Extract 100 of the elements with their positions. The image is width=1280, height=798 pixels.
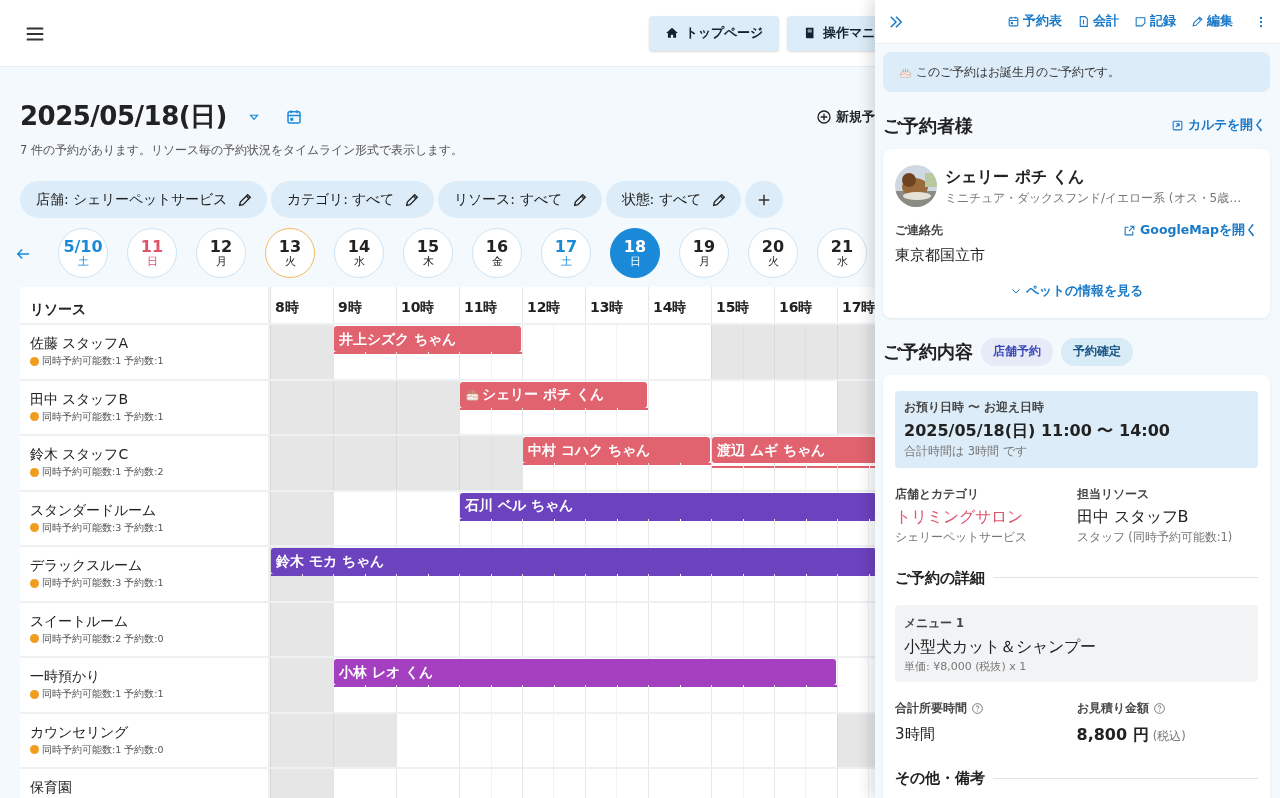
date-button[interactable]: 19 月: [679, 228, 729, 279]
section-heading: ご予約の詳細: [895, 567, 985, 589]
section-heading: ご予約者様: [883, 114, 973, 138]
capacity-text: 同時予約可能数:3 予約数:1: [42, 576, 164, 591]
menu-name: 小型犬カット＆シャンプー: [904, 636, 1097, 659]
date-button[interactable]: 13 火: [265, 228, 315, 279]
notice-text: このご予約はお誕生月のご予約です。: [916, 64, 1120, 81]
date-button[interactable]: 15 木: [403, 228, 453, 279]
resource-note: スタッフ (同時予約可能数:1): [1076, 529, 1234, 547]
booking-bar[interactable]: 石川 ベル ちゃん: [460, 492, 875, 519]
hour-label: 14時: [653, 299, 687, 316]
field-label: 合計所要時間: [895, 699, 967, 717]
toolbar-button[interactable]: 予約表: [1007, 12, 1062, 31]
resource-name: スイートルーム: [30, 611, 129, 631]
chart-link[interactable]: カルテを開く: [1171, 116, 1266, 135]
home-icon: [665, 26, 679, 40]
plus-circle-icon: [816, 108, 832, 125]
nav-button[interactable]: トップページ: [649, 15, 779, 51]
filter-chip[interactable]: カテゴリ: すべて: [271, 181, 435, 219]
calendar-icon: [285, 108, 303, 126]
field-label: お見積り金額: [1076, 699, 1149, 717]
toolbar-button[interactable]: 編集: [1191, 12, 1233, 31]
hour-label: 17時: [842, 299, 875, 316]
field-label: 担当リソース: [1076, 486, 1150, 503]
filter-chip[interactable]: 店舗: シェリーペットサービス: [20, 181, 268, 219]
resource-name: スタンダードルーム: [30, 500, 157, 520]
resource-name: 田中 スタッフB: [30, 389, 130, 409]
status-badge: 予約確定: [1061, 338, 1133, 366]
booking-bar[interactable]: 渡辺 ムギ ちゃん: [712, 437, 875, 464]
booking-bar[interactable]: 小林 レオ くん: [334, 659, 836, 686]
new-reservation-button[interactable]: 新規予: [816, 106, 875, 127]
column-header: リソース: [30, 301, 86, 318]
price-amount: 8,800 円: [1076, 724, 1149, 746]
help-icon: [971, 701, 984, 715]
add-filter-button[interactable]: [744, 181, 783, 219]
date-button[interactable]: 14 水: [334, 228, 384, 279]
pencil-icon: [571, 191, 588, 208]
resource-name: 一時預かり: [30, 667, 101, 687]
section-heading: ご予約内容: [883, 340, 973, 365]
date-button[interactable]: 20 火: [748, 228, 798, 279]
price-text: 単価: ¥8,000 (税抜) x 1: [904, 659, 1028, 676]
field-label: メニュー 1: [904, 615, 965, 632]
resource-name: デラックスルーム: [30, 556, 143, 576]
book-icon: [803, 26, 817, 40]
capacity-text: 同時予約可能数:1 予約数:1: [42, 687, 164, 702]
store-text: シェリーペットサービス: [895, 529, 1028, 547]
date-button[interactable]: 16 金: [472, 228, 522, 279]
hour-label: 11時: [464, 299, 498, 316]
map-link[interactable]: GoogleMapを開く: [1123, 221, 1258, 240]
pencil-icon: [1191, 15, 1204, 28]
date-button[interactable]: 17 土: [541, 228, 591, 279]
double-chevron-icon: [887, 13, 905, 31]
resource-name: 鈴木 スタッフC: [30, 445, 130, 465]
pet-info-link[interactable]: ペットの情報を見る: [1010, 281, 1143, 301]
date-button[interactable]: 21 水: [817, 228, 867, 279]
filter-chip[interactable]: リソース: すべて: [438, 181, 602, 219]
toolbar-button[interactable]: 会計: [1077, 12, 1119, 31]
tax-note: (税込): [1152, 728, 1186, 745]
calendar-icon: [1007, 15, 1020, 28]
status-dot: [30, 578, 39, 588]
status-dot: [30, 689, 39, 699]
duration-text: 3時間: [895, 724, 936, 745]
capacity-text: 同時予約可能数:1 予約数:1: [42, 409, 164, 424]
status-dot: [30, 745, 39, 755]
booking-bar[interactable]: シェリー ポチ くん: [460, 381, 647, 408]
date-button[interactable]: 5/10 土: [58, 228, 108, 279]
filter-chip[interactable]: 状態: すべて: [605, 181, 741, 219]
resource-name: 佐藤 スタッフA: [30, 334, 130, 354]
capacity-text: 同時予約可能数:1 予約数:2: [42, 465, 164, 480]
field-label: 店舗とカテゴリ: [895, 486, 980, 503]
capacity-text: 同時予約可能数:2 予約数:0: [42, 631, 164, 646]
field-label: お預り日時 〜 お迎え日時: [904, 398, 1045, 416]
capacity-text: 同時予約可能数:3 予約数:1: [42, 520, 164, 535]
status-badge: 店舗予約: [981, 338, 1053, 366]
pencil-icon: [237, 191, 254, 208]
capacity-text: 同時予約可能数:1 予約数:0: [42, 742, 164, 757]
resource-name: 保育園: [30, 778, 73, 798]
pet-name: シェリー ポチ くん: [945, 166, 1086, 188]
date-button[interactable]: 11 日: [127, 228, 177, 279]
toolbar-button[interactable]: 記録: [1134, 12, 1176, 31]
nav-button[interactable]: 操作マニ: [787, 15, 875, 51]
status-dot: [30, 356, 39, 366]
date-button[interactable]: 18 日: [610, 228, 660, 279]
address-text: 東京都国立市: [895, 244, 986, 266]
status-dot: [30, 467, 39, 477]
capacity-text: 同時予約可能数:1 予約数:1: [42, 354, 164, 369]
help-icon: [1152, 701, 1166, 715]
booking-bar[interactable]: 鈴木 モカ ちゃん: [271, 548, 875, 575]
document-icon: [1077, 15, 1090, 28]
booking-bar[interactable]: 井上シズク ちゃん: [334, 326, 521, 353]
date-button[interactable]: 12 月: [196, 228, 246, 279]
pencil-icon: [404, 191, 421, 208]
hour-label: 8時: [275, 299, 299, 316]
note-icon: [1134, 15, 1147, 28]
booking-bar[interactable]: 中村 コハク ちゃん: [523, 437, 710, 464]
hour-label: 13時: [590, 299, 624, 316]
field-label: ご連絡先: [895, 221, 943, 239]
hour-label: 12時: [527, 299, 561, 316]
hour-label: 15時: [716, 299, 750, 316]
hour-label: 9時: [338, 299, 362, 316]
